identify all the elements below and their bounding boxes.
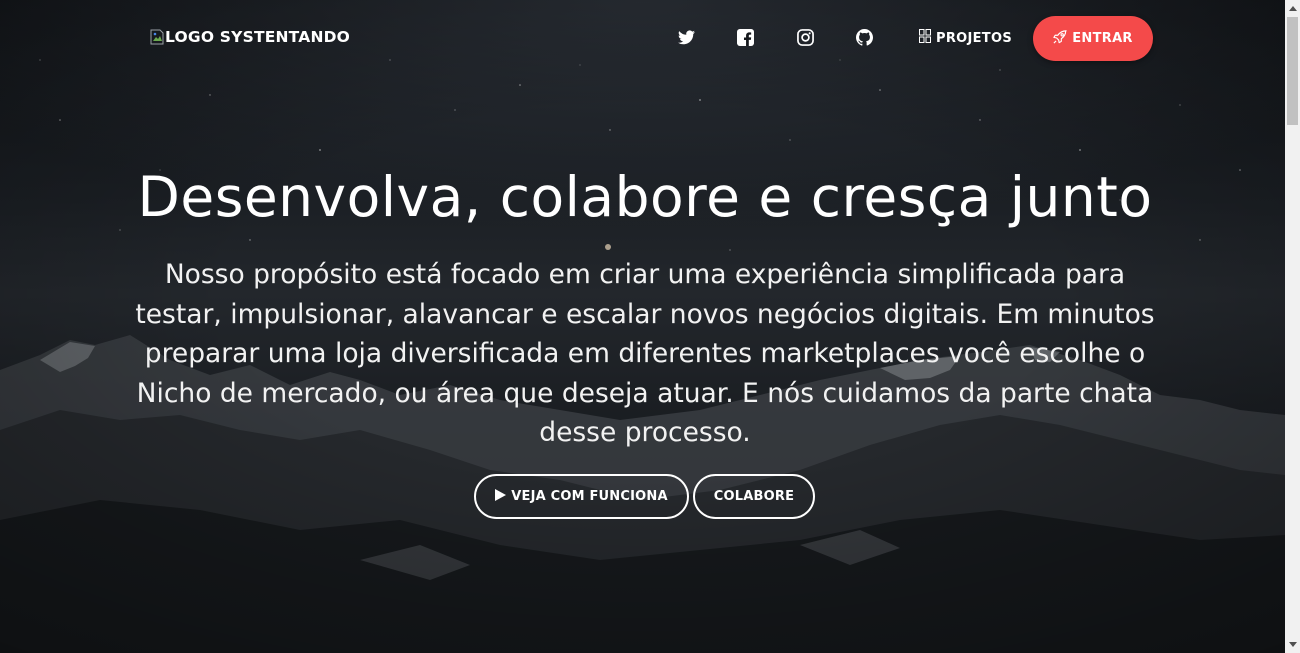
projetos-link[interactable]: PROJETOS xyxy=(919,29,1012,47)
broken-image-icon xyxy=(150,29,165,45)
colabore-button-label: COLABORE xyxy=(713,489,795,504)
play-icon xyxy=(495,488,507,505)
veja-como-funciona-button[interactable]: VEJA COM FUNCIONA xyxy=(474,474,689,519)
hero-title: Desenvolva, colabore e cresça junto xyxy=(137,165,1153,229)
entrar-button[interactable]: ENTRAR xyxy=(1033,16,1153,61)
colabore-button[interactable]: COLABORE xyxy=(693,474,815,519)
entrar-label: ENTRAR xyxy=(1072,31,1133,46)
twitter-icon[interactable] xyxy=(676,27,696,47)
scroll-down-arrow-icon[interactable] xyxy=(1285,636,1300,653)
rocket-icon xyxy=(1053,29,1067,48)
vertical-scrollbar[interactable] xyxy=(1285,0,1300,653)
grid-icon xyxy=(919,29,931,47)
navbar: LOGO SYSTENTANDO PROJETOS ENTRAR xyxy=(0,0,1285,76)
logo-alt-text: LOGO SYSTENTANDO xyxy=(165,28,351,46)
projetos-label: PROJETOS xyxy=(936,30,1012,46)
facebook-icon[interactable] xyxy=(735,27,755,47)
instagram-icon[interactable] xyxy=(795,27,815,47)
site-logo[interactable]: LOGO SYSTENTANDO xyxy=(150,28,350,46)
hero-description: Nosso propósito está focado em criar uma… xyxy=(135,259,1155,448)
scrollbar-thumb[interactable] xyxy=(1287,17,1298,125)
scroll-up-arrow-icon[interactable] xyxy=(1285,0,1300,17)
veja-button-label: VEJA COM FUNCIONA xyxy=(511,489,668,504)
github-icon[interactable] xyxy=(854,27,874,47)
